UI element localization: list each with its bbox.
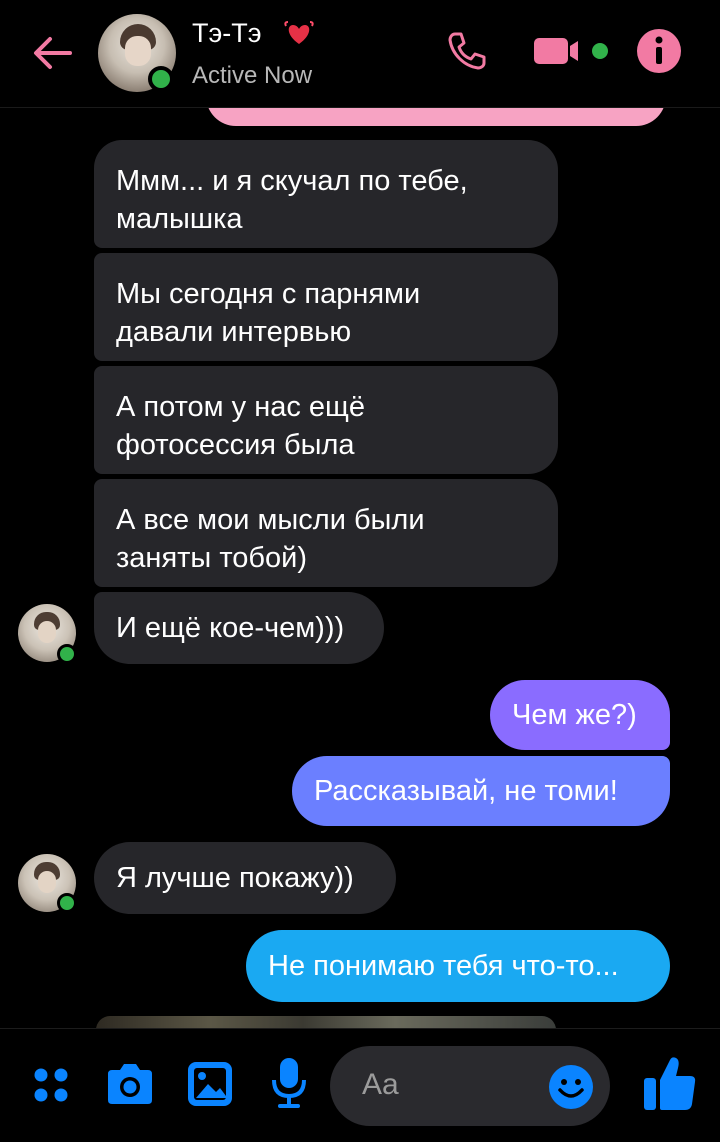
message-line: заняты тобой) — [116, 542, 308, 574]
sent-message[interactable]: Рассказывай, не томи! — [292, 756, 670, 826]
sent-message[interactable]: Не понимаю тебя что-то... — [246, 930, 670, 1002]
message-line: давали интервью — [116, 316, 352, 348]
active-status: Active Now — [192, 62, 313, 89]
online-indicator — [57, 644, 77, 664]
back-arrow-icon[interactable] — [30, 30, 76, 76]
camera-icon[interactable] — [104, 1062, 156, 1108]
apps-icon[interactable] — [32, 1066, 70, 1104]
message-line: Я лучше покажу)) — [116, 862, 354, 894]
message-line: фотосессия была — [116, 429, 355, 461]
message-line: малышка — [116, 203, 243, 235]
message-line: И ещё кое-чем))) — [116, 612, 345, 644]
chat-header: Тэ-Тэ Active Now — [0, 0, 720, 108]
sent-message[interactable]: Чем же?) — [490, 680, 670, 750]
received-message[interactable]: И ещё кое-чем))) — [94, 592, 384, 664]
message-input-placeholder: Aa — [362, 1068, 399, 1101]
emoji-icon[interactable] — [548, 1064, 594, 1110]
phone-icon[interactable] — [446, 30, 488, 72]
thumbs-up-icon[interactable] — [640, 1054, 698, 1112]
message-line: А все мои мысли были — [116, 504, 425, 536]
received-message[interactable]: А потом у нас ещё фотосессия была — [94, 366, 558, 474]
message-line: Ммм... и я скучал по тебе, — [116, 165, 468, 197]
message-line: Рассказывай, не томи! — [314, 775, 618, 807]
heart-icon — [284, 21, 314, 44]
gallery-icon[interactable] — [186, 1060, 234, 1108]
microphone-icon[interactable] — [270, 1056, 308, 1112]
message-line: Мы сегодня с парнями — [116, 278, 421, 310]
online-indicator — [57, 893, 77, 913]
message-line: Не понимаю тебя что-то... — [268, 950, 619, 982]
message-line: А потом у нас ещё — [116, 391, 366, 423]
video-camera-icon[interactable] — [534, 34, 616, 68]
online-indicator — [148, 66, 174, 92]
received-message[interactable]: Я лучше покажу)) — [94, 842, 396, 914]
received-message[interactable]: Ммм... и я скучал по тебе, малышка — [94, 140, 558, 248]
contact-name[interactable]: Тэ-Тэ — [192, 18, 262, 49]
received-message[interactable]: А все мои мысли были заняты тобой) — [94, 479, 558, 587]
received-message[interactable]: Мы сегодня с парнями давали интервью — [94, 253, 558, 361]
message-line: Чем же?) — [512, 699, 637, 731]
info-icon[interactable] — [636, 28, 682, 74]
